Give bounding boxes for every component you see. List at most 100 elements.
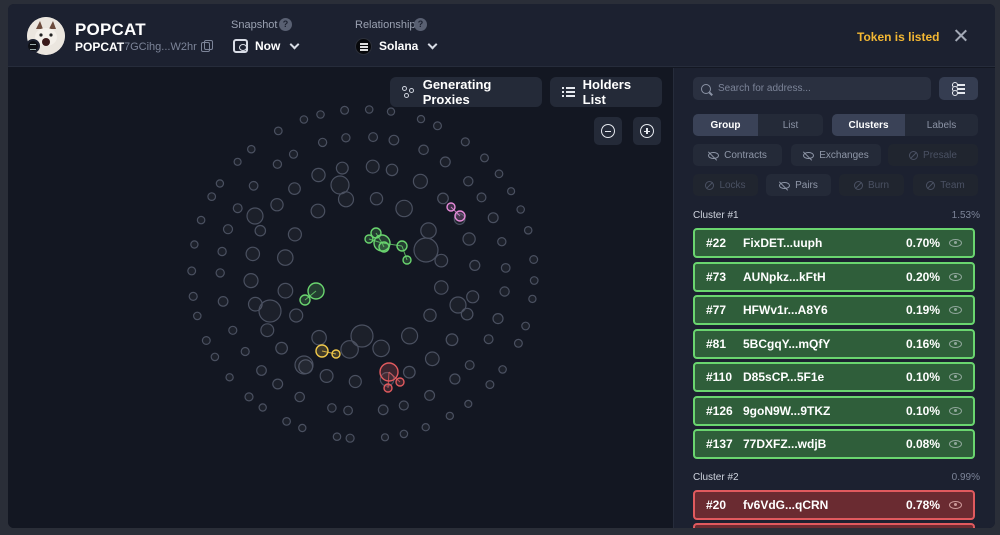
eye-icon[interactable] xyxy=(949,373,962,381)
holder-bubble[interactable] xyxy=(348,374,362,389)
snapshot-help-icon[interactable]: ? xyxy=(279,18,292,31)
holder-bubble[interactable] xyxy=(445,333,459,347)
holder-bubble[interactable] xyxy=(294,391,305,403)
holder-bubble[interactable] xyxy=(275,341,289,355)
filter-settings-button[interactable] xyxy=(939,77,978,100)
holder-bubble[interactable] xyxy=(201,336,211,346)
holder-bubble[interactable] xyxy=(350,324,374,348)
holder-bubble[interactable] xyxy=(433,121,443,131)
cluster-bubble[interactable] xyxy=(307,282,325,300)
holder-row[interactable]: #126 9goN9W...9TKZ 0.10% xyxy=(693,395,975,426)
holder-bubble[interactable] xyxy=(294,355,314,375)
generating-proxies-button[interactable]: Generating Proxies xyxy=(390,77,542,107)
holder-bubble[interactable] xyxy=(215,268,225,278)
holder-bubble[interactable] xyxy=(476,192,487,203)
holder-bubble[interactable] xyxy=(187,266,197,276)
holder-bubble[interactable] xyxy=(232,203,243,214)
cluster-bubble[interactable] xyxy=(331,349,341,359)
holder-bubble[interactable] xyxy=(343,405,354,416)
holder-bubble[interactable] xyxy=(421,423,430,432)
cluster-bubble[interactable] xyxy=(299,294,311,306)
tab-list[interactable]: List xyxy=(758,114,823,136)
holder-bubble[interactable] xyxy=(433,280,449,295)
tab-group[interactable]: Group xyxy=(693,114,758,136)
holder-bubble[interactable] xyxy=(345,433,355,443)
holder-bubble[interactable] xyxy=(369,191,384,206)
holder-row[interactable]: #137 77DXFZ...wdjB 0.08% xyxy=(693,429,975,459)
eye-icon[interactable] xyxy=(949,239,962,247)
filter-team[interactable]: Team xyxy=(913,174,978,196)
holders-list-button[interactable]: Holders List xyxy=(550,77,662,107)
holder-bubble[interactable] xyxy=(332,432,342,442)
holder-bubble[interactable] xyxy=(498,365,507,374)
holder-bubble[interactable] xyxy=(341,133,351,143)
holder-bubble[interactable] xyxy=(466,290,480,304)
holder-bubble[interactable] xyxy=(272,159,283,169)
holder-bubble[interactable] xyxy=(254,224,267,237)
holder-bubble[interactable] xyxy=(311,329,327,346)
relationship-help-icon[interactable]: ? xyxy=(414,18,427,31)
filter-presale[interactable]: Presale xyxy=(888,144,978,166)
holder-bubble[interactable] xyxy=(529,276,539,285)
holder-row[interactable]: #81 5BCgqY...mQfY 0.16% xyxy=(693,328,975,359)
filter-exchanges[interactable]: Exchanges xyxy=(791,144,881,166)
cluster-bubble[interactable] xyxy=(364,234,374,244)
holder-bubble[interactable] xyxy=(418,144,429,156)
holder-bubble[interactable] xyxy=(395,199,413,218)
holder-bubble[interactable] xyxy=(398,400,409,411)
holder-bubble[interactable] xyxy=(258,403,267,412)
holder-bubble[interactable] xyxy=(288,182,301,195)
holder-bubble[interactable] xyxy=(247,144,256,154)
holder-bubble[interactable] xyxy=(311,167,326,183)
holder-bubble[interactable] xyxy=(523,226,533,235)
holder-bubble[interactable] xyxy=(437,192,449,205)
close-icon[interactable] xyxy=(952,27,970,45)
holder-bubble[interactable] xyxy=(277,282,294,299)
holder-bubble[interactable] xyxy=(469,259,481,271)
holder-row[interactable]: #20 fv6VdG...qCRN 0.78% xyxy=(693,490,975,520)
holder-bubble[interactable] xyxy=(335,161,349,175)
tab-clusters[interactable]: Clusters xyxy=(832,114,905,136)
holder-bubble[interactable] xyxy=(445,411,454,421)
filter-contracts[interactable]: Contracts xyxy=(693,144,782,166)
holder-bubble[interactable] xyxy=(319,369,334,384)
holder-row[interactable] xyxy=(693,523,975,528)
holder-bubble[interactable] xyxy=(529,255,539,265)
eye-icon[interactable] xyxy=(949,339,962,348)
bubble-map[interactable] xyxy=(8,68,673,528)
holder-bubble[interactable] xyxy=(416,114,426,124)
address-search[interactable] xyxy=(693,77,931,100)
holder-bubble[interactable] xyxy=(245,246,261,262)
holder-bubble[interactable] xyxy=(240,346,250,357)
cluster-bubble[interactable] xyxy=(379,362,399,382)
holder-bubble[interactable] xyxy=(316,110,325,119)
holder-bubble[interactable] xyxy=(327,403,337,413)
holder-bubble[interactable] xyxy=(368,132,379,143)
filter-pairs[interactable]: Pairs xyxy=(766,174,831,196)
holder-bubble[interactable] xyxy=(485,380,495,390)
holder-bubble[interactable] xyxy=(521,321,530,331)
holder-bubble[interactable] xyxy=(276,249,294,266)
holder-bubble[interactable] xyxy=(464,360,475,371)
holder-bubble[interactable] xyxy=(401,327,419,345)
cluster-bubble[interactable] xyxy=(396,240,408,252)
cluster-bubble[interactable] xyxy=(454,210,466,222)
holder-bubble[interactable] xyxy=(289,308,304,323)
holder-row[interactable]: #22 FixDET...uuph 0.70% xyxy=(693,228,975,258)
cluster-bubble[interactable] xyxy=(378,241,390,253)
eye-icon[interactable] xyxy=(949,272,962,281)
holder-bubble[interactable] xyxy=(244,392,254,402)
holder-bubble[interactable] xyxy=(424,351,440,367)
holder-bubble[interactable] xyxy=(388,134,400,146)
holder-bubble[interactable] xyxy=(287,227,302,242)
holder-bubble[interactable] xyxy=(248,180,259,191)
holder-bubble[interactable] xyxy=(449,373,461,385)
zoom-in-button[interactable] xyxy=(633,117,661,145)
eye-icon[interactable] xyxy=(949,440,962,448)
holder-row[interactable]: #77 HFWv1r...A8Y6 0.19% xyxy=(693,295,975,325)
cluster-bubble[interactable] xyxy=(395,377,405,387)
holder-bubble[interactable] xyxy=(413,237,439,263)
holder-bubble[interactable] xyxy=(480,153,490,163)
holder-bubble[interactable] xyxy=(386,107,396,116)
holder-bubble[interactable] xyxy=(497,236,507,247)
